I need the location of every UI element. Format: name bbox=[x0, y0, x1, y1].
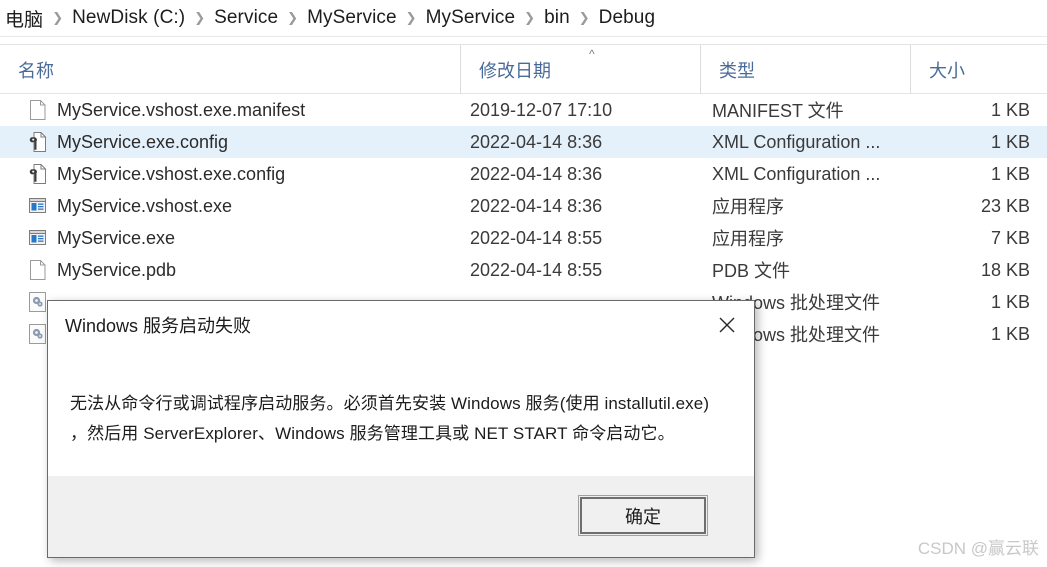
chevron-right-icon: ❯ bbox=[287, 10, 299, 25]
file-type-cell: 应用程序 bbox=[712, 229, 784, 249]
file-name-cell: MyService.vshost.exe bbox=[28, 195, 232, 217]
file-date-cell: 2022-04-14 8:36 bbox=[470, 131, 603, 152]
file-name-label: MyService.vshost.exe bbox=[57, 195, 233, 216]
csdn-watermark: CSDN @赢云联 bbox=[917, 539, 1039, 558]
table-row[interactable]: MyService.exe.config 2022-04-14 8:36 XML C… bbox=[0, 126, 1047, 158]
file-date-cell: 2019-12-07 17:10 bbox=[470, 99, 613, 120]
dialog-titlebar: Windows 服务启动失败 bbox=[48, 301, 754, 349]
close-icon[interactable] bbox=[706, 307, 748, 343]
column-header-size[interactable]: 大小 bbox=[910, 45, 1047, 95]
ok-button[interactable]: 确定 bbox=[578, 495, 708, 536]
file-type-cell: XML Configuration ... bbox=[712, 131, 881, 152]
file-name-cell: MyService.vshost.exe.manifest bbox=[28, 99, 305, 121]
table-row[interactable]: MyService.pdb 2022-04-14 8:55 PDB 文件 18 KB bbox=[0, 254, 1047, 286]
file-date-cell: 2022-04-14 8:36 bbox=[470, 195, 603, 216]
blank-file-icon bbox=[28, 259, 47, 281]
column-header-date[interactable]: ^ 修改日期 bbox=[460, 45, 700, 95]
config-file-icon bbox=[28, 163, 47, 185]
file-type-cell: MANIFEST 文件 bbox=[712, 101, 844, 121]
file-size-cell: 1 KB bbox=[990, 323, 1030, 344]
breadcrumb-item-6[interactable]: Debug bbox=[596, 5, 659, 31]
sort-ascending-icon: ^ bbox=[589, 47, 595, 61]
error-dialog: Windows 服务启动失败 无法从命令行或调试程序启动服务。必须首先安装 Wi… bbox=[47, 300, 755, 558]
table-row[interactable]: MyService.vshost.exe.manifest 2019-12-07 … bbox=[0, 94, 1047, 126]
column-header-date-label: 修改日期 bbox=[479, 61, 551, 81]
table-row[interactable]: MyService.exe 2022-04-14 8:55 应用程序 7 KB bbox=[0, 222, 1047, 254]
chevron-right-icon: ❯ bbox=[194, 10, 206, 25]
file-name-label: MyService.vshost.exe.config bbox=[57, 163, 286, 184]
file-date-cell: 2022-04-14 8:36 bbox=[470, 163, 603, 184]
file-name-label: MyService.pdb bbox=[57, 259, 177, 280]
chevron-right-icon: ❯ bbox=[405, 10, 417, 25]
breadcrumb-item-2[interactable]: Service bbox=[211, 5, 281, 31]
breadcrumb-item-1[interactable]: NewDisk (C:) bbox=[69, 5, 188, 31]
file-name-cell: MyService.vshost.exe.config bbox=[28, 163, 285, 185]
file-size-cell: 1 KB bbox=[990, 163, 1030, 184]
file-date-cell: 2022-04-14 8:55 bbox=[470, 259, 603, 280]
dialog-message-line-1: 无法从命令行或调试程序启动服务。必须首先安装 Windows 服务(使用 ins… bbox=[70, 394, 710, 413]
file-size-cell: 1 KB bbox=[990, 99, 1030, 120]
config-file-icon bbox=[28, 131, 47, 153]
file-date-cell: 2022-04-14 8:55 bbox=[470, 227, 603, 248]
column-header-name-label: 名称 bbox=[18, 61, 54, 81]
file-name-cell: MyService.exe.config bbox=[28, 131, 228, 153]
dialog-message-line-2: ，然后用 ServerExplorer、Windows 服务管理工具或 NET … bbox=[70, 424, 675, 443]
breadcrumb-item-5[interactable]: bin bbox=[541, 5, 573, 31]
column-header-size-label: 大小 bbox=[929, 61, 965, 81]
application-icon bbox=[28, 195, 47, 217]
dialog-title-text: Windows 服务启动失败 bbox=[65, 316, 252, 336]
table-row[interactable]: MyService.vshost.exe.config 2022-04-14 8:… bbox=[0, 158, 1047, 190]
file-type-cell: PDB 文件 bbox=[712, 261, 791, 281]
file-type-cell: XML Configuration ... bbox=[712, 163, 881, 184]
column-header-name[interactable]: 名称 bbox=[0, 45, 460, 95]
dialog-footer: 确定 bbox=[48, 476, 754, 557]
blank-file-icon bbox=[28, 99, 47, 121]
chevron-right-icon: ❯ bbox=[578, 10, 590, 25]
breadcrumb: 电脑 ❯ NewDisk (C:) ❯ Service ❯ MyService … bbox=[0, 0, 1047, 37]
file-size-cell: 1 KB bbox=[990, 131, 1030, 152]
chevron-right-icon: ❯ bbox=[52, 10, 64, 25]
file-name-cell: MyService.exe bbox=[28, 227, 175, 249]
file-name-cell: MyService.pdb bbox=[28, 259, 176, 281]
column-header-row: 名称 ^ 修改日期 类型 大小 bbox=[0, 44, 1047, 95]
application-icon bbox=[28, 227, 47, 249]
column-header-type[interactable]: 类型 bbox=[700, 45, 910, 95]
file-size-cell: 1 KB bbox=[990, 291, 1030, 312]
chevron-right-icon: ❯ bbox=[524, 10, 536, 25]
table-row[interactable]: MyService.vshost.exe 2022-04-14 8:36 应用程序 2… bbox=[0, 190, 1047, 222]
breadcrumb-item-3[interactable]: MyService bbox=[304, 5, 400, 31]
file-name-label: MyService.vshost.exe.manifest bbox=[57, 99, 306, 120]
gear-file-icon bbox=[28, 291, 47, 313]
file-size-cell: 23 KB bbox=[980, 195, 1030, 216]
explorer-window: EVE109073 2022-04-14 08:56:4 EVEZK-22007… bbox=[0, 0, 1047, 567]
gear-file-icon bbox=[28, 323, 47, 345]
breadcrumb-item-0[interactable]: 电脑 bbox=[2, 3, 46, 34]
file-name-label: MyService.exe.config bbox=[57, 131, 229, 152]
column-header-type-label: 类型 bbox=[719, 61, 755, 81]
file-type-cell: 应用程序 bbox=[712, 197, 784, 217]
file-size-cell: 18 KB bbox=[980, 259, 1030, 280]
breadcrumb-item-4[interactable]: MyService bbox=[423, 5, 519, 31]
dialog-body: 无法从命令行或调试程序启动服务。必须首先安装 Windows 服务(使用 ins… bbox=[48, 349, 754, 479]
file-name-label: MyService.exe bbox=[57, 227, 176, 248]
file-size-cell: 7 KB bbox=[990, 227, 1030, 248]
